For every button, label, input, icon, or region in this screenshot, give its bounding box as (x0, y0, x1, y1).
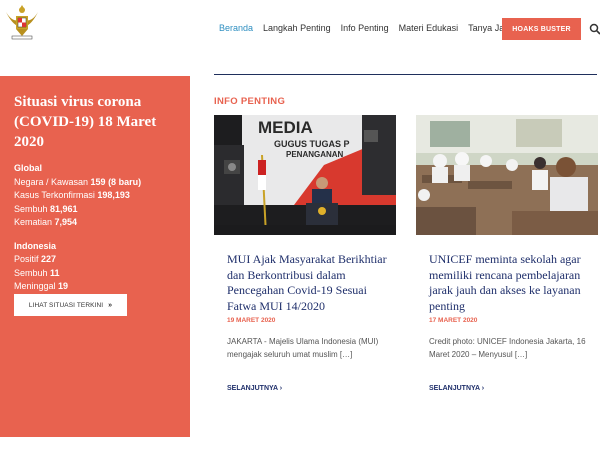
site-header: Beranda Langkah Penting Info Penting Mat… (0, 0, 600, 58)
stat-row: Sembuh 11 (14, 267, 60, 278)
section-title: INFO PENTING (214, 96, 286, 107)
news-card: UNICEF meminta sekolah agar memiliki ren… (416, 115, 598, 415)
card-title-link[interactable]: MUI Ajak Masyarakat Berikhtiar dan Berko… (227, 252, 397, 314)
read-more-link[interactable]: SELANJUTNYA › (429, 385, 484, 392)
covid-situation-panel: Situasi virus corona (COVID-19) 18 Maret… (0, 76, 190, 437)
global-heading: Global (14, 163, 43, 173)
stat-row: Sembuh 81,961 (14, 203, 78, 214)
banner-gugus-text: GUGUS TUGAS P (274, 139, 350, 149)
stat-row: Meninggal 19 (14, 281, 69, 291)
stat-row: Negara / Kawasan 159 (8 baru) (14, 176, 142, 187)
card-excerpt: Credit photo: UNICEF Indonesia Jakarta, … (429, 337, 586, 359)
card-body: MUI Ajak Masyarakat Berikhtiar dan Berko… (227, 252, 397, 361)
stat-row: Kematian 7,954 (14, 217, 78, 227)
banner-penanganan-text: PENANGANAN (286, 150, 344, 159)
view-latest-situation-button[interactable]: LIHAT SITUASI TERKINI » (14, 294, 127, 316)
nav-info-penting[interactable]: Info Penting (341, 23, 389, 33)
nav-langkah-penting[interactable]: Langkah Penting (263, 23, 331, 33)
news-card: MEDIA GUGUS TUGAS P PENANGANAN MUI Ajak … (214, 115, 396, 415)
card-body: UNICEF meminta sekolah agar memiliki ren… (429, 252, 599, 361)
main-nav: Beranda Langkah Penting Info Penting Mat… (219, 23, 531, 33)
card-date: 19 MARET 2020 (227, 317, 276, 324)
press-conference-photo[interactable]: MEDIA GUGUS TUGAS P PENANGANAN (214, 115, 396, 236)
global-stats: Global Negara / Kawasan 159 (8 baru) Kas… (14, 162, 176, 230)
panel-title: Situasi virus corona (COVID-19) 18 Maret… (14, 94, 157, 150)
nav-materi-edukasi[interactable]: Materi Edukasi (399, 23, 459, 33)
stat-row: Positif 227 (14, 254, 57, 264)
classroom-photo[interactable] (416, 115, 598, 235)
search-icon[interactable] (589, 23, 600, 35)
indonesia-heading: Indonesia (14, 240, 57, 251)
card-title-link[interactable]: UNICEF meminta sekolah agar memiliki ren… (429, 252, 599, 314)
stat-row: Kasus Terkonfirmasi 198,193 (14, 190, 130, 200)
header-divider (214, 74, 597, 75)
read-more-link[interactable]: SELANJUTNYA › (227, 385, 282, 392)
nav-beranda[interactable]: Beranda (219, 23, 253, 33)
garuda-emblem-logo[interactable] (4, 2, 40, 42)
card-excerpt: JAKARTA - Majelis Ulama Indonesia (MUI) … (227, 337, 379, 359)
double-chevron-right-icon: » (108, 301, 113, 309)
indonesia-stats: Indonesia Positif 227 Sembuh 11 Meningga… (14, 240, 176, 294)
banner-media-text: MEDIA (258, 118, 313, 137)
hoaks-buster-button[interactable]: HOAKS BUSTER (502, 18, 581, 40)
card-date: 17 MARET 2020 (429, 317, 478, 324)
